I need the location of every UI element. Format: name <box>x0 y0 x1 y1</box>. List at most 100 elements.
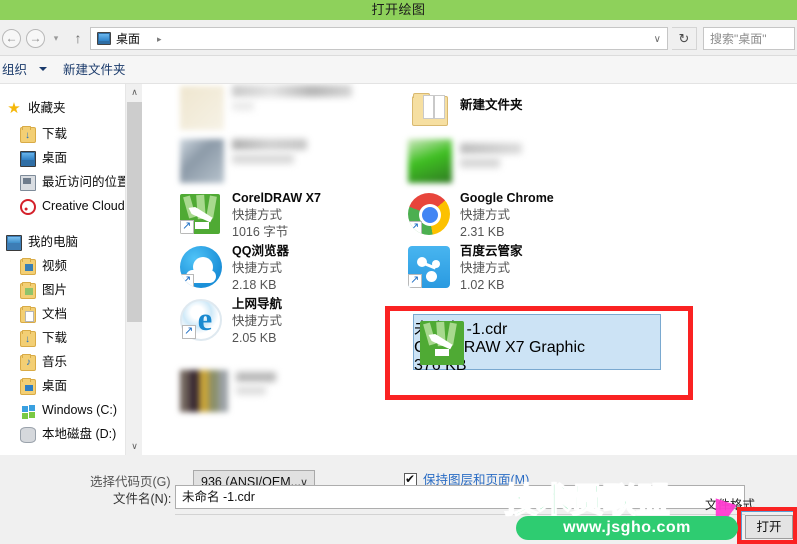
sidebar-item-label: 下载 <box>42 331 68 345</box>
list-item-ie-navigation[interactable]: e 上网导航 快捷方式 2.05 KB <box>180 296 420 348</box>
shortcut-badge-icon <box>180 219 194 234</box>
search-placeholder: 搜索"桌面" <box>710 32 767 46</box>
qq-browser-icon <box>180 246 222 288</box>
navigation-sidebar: ★ 收藏夹 下载 桌面 最近访问的位置 Creative Cloud 我的电脑 … <box>0 84 125 455</box>
arrow-up-icon[interactable]: ↑ <box>70 30 86 46</box>
sidebar-item-label: 收藏夹 <box>28 101 66 115</box>
blurred-file-icon <box>180 370 228 412</box>
list-item[interactable] <box>180 370 420 422</box>
address-bar[interactable]: 桌面 ▸ ∨ <box>90 27 668 50</box>
chevron-down-icon[interactable]: ▾ <box>50 33 62 43</box>
blurred-file-icon <box>180 139 224 183</box>
address-dropdown-icon[interactable]: ∨ <box>654 32 661 47</box>
file-type: 快捷方式 <box>460 261 511 275</box>
sidebar-item-label: Windows (C:) <box>42 403 118 417</box>
download-folder-icon <box>20 126 36 143</box>
scroll-down-icon[interactable]: ∨ <box>126 438 143 455</box>
coreldraw-document-icon <box>420 321 464 365</box>
sidebar-item-label: 图片 <box>42 283 68 297</box>
blurred-file-name <box>232 85 352 97</box>
my-computer-icon <box>6 235 22 251</box>
internet-explorer-icon: e <box>180 299 222 341</box>
scroll-up-icon[interactable]: ∧ <box>126 84 143 101</box>
selected-file-item[interactable]: 未命名 -1.cdr CorelDRAW X7 Graphic 376 KB <box>413 314 661 374</box>
watermark: 技术员联盟 www.jsgho.com <box>502 482 772 541</box>
desktop-folder-icon <box>20 378 36 395</box>
sidebar-item-label: 视频 <box>42 259 68 273</box>
download-folder-icon <box>20 330 36 347</box>
coreldraw-icon <box>180 194 220 234</box>
navigation-bar: ← → ▾ ↑ 桌面 ▸ ∨ ↻ 搜索"桌面" <box>0 20 797 56</box>
scrollbar-thumb[interactable] <box>127 102 142 322</box>
filename-value: 未命名 -1.cdr <box>182 490 255 504</box>
sidebar-item-label: 桌面 <box>42 151 68 165</box>
sidebar-item-label: 最近访问的位置 <box>42 175 125 189</box>
file-type: 快捷方式 <box>232 261 283 275</box>
list-item-qq-browser[interactable]: QQ浏览器 快捷方式 2.18 KB <box>180 243 420 295</box>
sidebar-item-label: 下载 <box>42 127 68 141</box>
sidebar-scrollbar[interactable]: ∧ ∨ <box>125 84 142 455</box>
sidebar-item-label: 本地磁盘 (D:) <box>42 427 117 441</box>
desktop-monitor-icon <box>97 32 111 45</box>
watermark-url: www.jsgho.com <box>563 519 691 536</box>
file-size: 2.31 KB <box>460 225 505 239</box>
file-type: 快捷方式 <box>232 314 283 328</box>
blurred-file-meta <box>232 154 294 164</box>
file-size: 2.18 KB <box>232 278 277 292</box>
shortcut-badge-icon <box>408 273 422 288</box>
blurred-file-name <box>232 139 307 150</box>
sidebar-item-label: 桌面 <box>42 379 68 393</box>
file-size: 1.02 KB <box>460 278 505 292</box>
blurred-file-name <box>236 372 276 382</box>
file-name: 新建文件夹 <box>460 98 523 112</box>
file-type: 快捷方式 <box>460 208 511 222</box>
address-value: 桌面 <box>116 32 141 46</box>
file-list-pane[interactable]: 新建文件夹 CorelDRAW X7 快捷方式 1016 字节 <box>143 84 797 455</box>
star-icon: ★ <box>7 100 21 117</box>
shortcut-badge-icon <box>182 324 196 339</box>
blurred-file-meta <box>460 158 500 168</box>
local-disk-icon <box>20 427 36 443</box>
filename-label: 文件名(N): <box>113 492 172 506</box>
breadcrumb-separator-icon[interactable]: ▸ <box>157 32 162 47</box>
file-name: QQ浏览器 <box>232 244 289 258</box>
list-item-baidu-cloud[interactable]: 百度云管家 快捷方式 1.02 KB <box>408 243 648 295</box>
folder-icon <box>408 90 452 134</box>
list-item-coreldraw[interactable]: CorelDRAW X7 快捷方式 1016 字节 <box>180 190 420 242</box>
list-item[interactable] <box>180 84 420 136</box>
file-name: 百度云管家 <box>460 244 523 258</box>
chevron-down-icon[interactable] <box>39 67 47 71</box>
sidebar-item-label: 文档 <box>42 307 68 321</box>
file-name: Google Chrome <box>460 191 554 205</box>
sidebar-item-label: 音乐 <box>42 355 68 369</box>
search-input[interactable]: 搜索"桌面" <box>703 27 795 50</box>
watermark-url-pill: www.jsgho.com <box>516 516 738 540</box>
blurred-file-icon <box>408 139 452 183</box>
forward-icon[interactable]: → <box>26 29 45 48</box>
file-size: 2.05 KB <box>232 331 277 345</box>
blurred-file-meta <box>236 386 266 395</box>
organize-button[interactable]: 组织 <box>2 61 27 79</box>
blurred-file-meta <box>232 101 254 111</box>
windows-drive-icon <box>20 403 36 419</box>
blurred-file-icon <box>180 86 224 130</box>
desktop-monitor-icon <box>20 151 36 167</box>
back-icon[interactable]: ← <box>2 29 21 48</box>
file-size: 1016 字节 <box>232 225 289 239</box>
refresh-icon[interactable]: ↻ <box>672 27 697 50</box>
list-item[interactable] <box>180 137 420 189</box>
sidebar-item-label: 我的电脑 <box>28 235 79 249</box>
window-title: 打开绘图 <box>371 2 426 17</box>
list-item-chrome[interactable]: Google Chrome 快捷方式 2.31 KB <box>408 190 648 242</box>
blurred-file-name <box>460 143 522 154</box>
list-item[interactable] <box>408 137 648 189</box>
codepage-label: 选择代码页(G) <box>90 475 171 489</box>
creative-cloud-icon <box>20 199 36 220</box>
shortcut-badge-icon <box>408 220 422 235</box>
new-folder-button[interactable]: 新建文件夹 <box>63 61 126 79</box>
file-type: 快捷方式 <box>232 208 283 222</box>
sidebar-item-label: Creative Cloud <box>42 199 125 213</box>
file-name: CorelDRAW X7 <box>232 191 321 205</box>
recent-places-icon <box>20 175 36 191</box>
list-item-new-folder[interactable]: 新建文件夹 <box>408 88 648 140</box>
